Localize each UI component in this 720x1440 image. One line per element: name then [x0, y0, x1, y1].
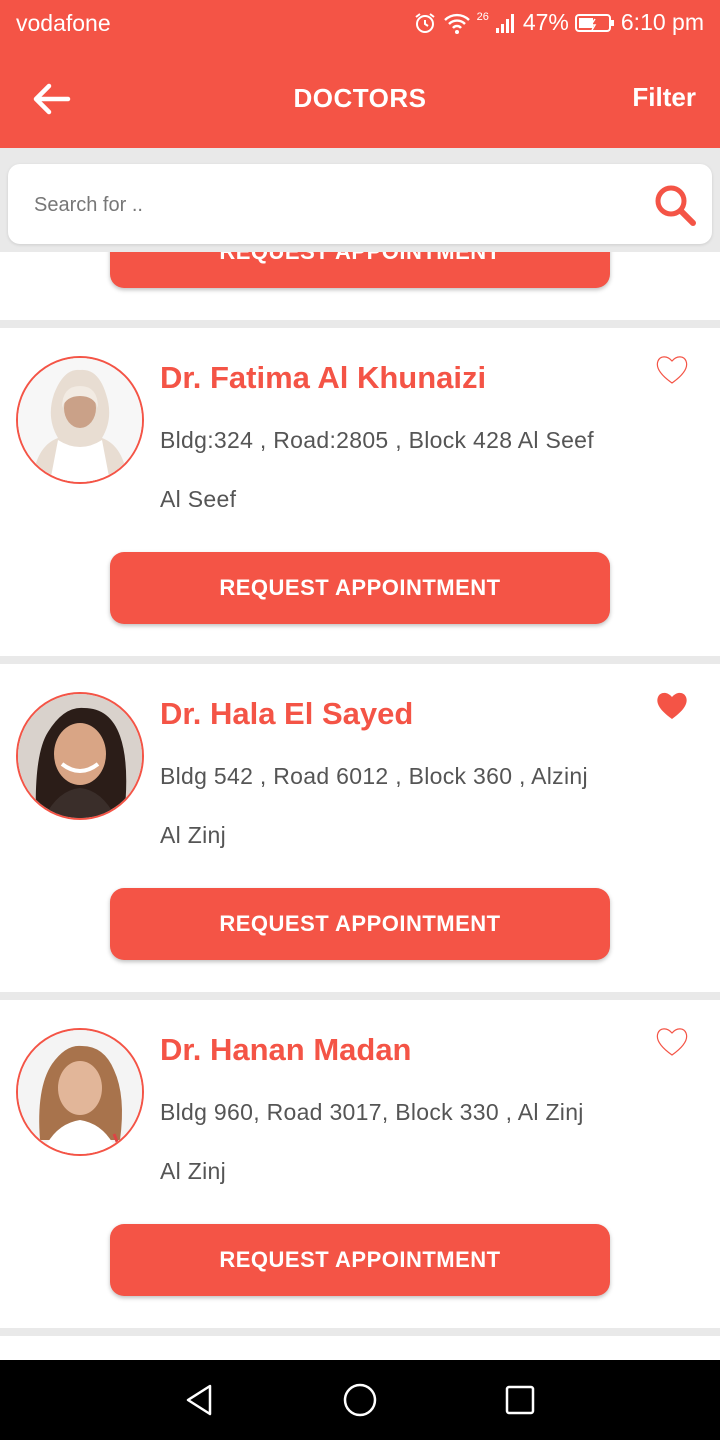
heart-icon[interactable] — [654, 1024, 690, 1060]
search-input[interactable] — [32, 186, 636, 224]
square-recents-icon[interactable] — [500, 1380, 540, 1420]
doctor-area: Al Zinj — [160, 822, 227, 848]
status-icons: 26 47% 6:10 pm — [413, 9, 704, 36]
search-zone — [0, 148, 720, 252]
system-nav-bar — [0, 1360, 720, 1440]
filter-button[interactable]: Filter — [632, 82, 696, 113]
search-box — [8, 164, 712, 244]
status-bar: vodafone 26 47% 6:10 pm — [0, 0, 720, 50]
doctor-name: Dr. Hanan Madan — [160, 1032, 412, 1067]
carrier-name: vodafone — [16, 10, 111, 36]
doctor-name: Dr. Hala El Sayed — [160, 696, 414, 731]
doctor-card[interactable]: Dr. Hala El Sayed Bldg 542 , Road 6012 ,… — [0, 664, 720, 992]
request-appointment-button[interactable]: REQUEST APPOINTMENT — [110, 552, 610, 624]
battery-icon — [574, 13, 614, 32]
doctor-address: Bldg 542 , Road 6012 , Block 360 , Alzin… — [160, 763, 588, 789]
wifi-icon — [443, 13, 470, 34]
search-icon[interactable] — [652, 182, 698, 228]
alarm-icon — [414, 12, 435, 33]
doctor-address: Bldg 960, Road 3017, Block 330 , Al Zinj — [160, 1099, 584, 1125]
page-title: DOCTORS — [293, 83, 427, 113]
doctor-card-next — [0, 1336, 720, 1360]
doctor-name: Dr. Fatima Al Khunaizi — [160, 360, 487, 395]
triangle-back-icon[interactable] — [180, 1380, 220, 1420]
network-type: 26 — [476, 11, 489, 23]
doctor-card[interactable]: Dr. Fatima Al Khunaizi Bldg:324 , Road:2… — [0, 328, 720, 656]
heart-icon[interactable] — [654, 352, 690, 388]
doctor-address: Bldg:324 , Road:2805 , Block 428 Al Seef — [160, 427, 594, 453]
circle-home-icon[interactable] — [340, 1380, 380, 1420]
request-appointment-button[interactable]: REQUEST APPOINTMENT — [110, 888, 610, 960]
request-appointment-button[interactable]: REQUEST APPOINTMENT — [110, 1224, 610, 1296]
doctor-avatar — [16, 356, 144, 484]
doctor-avatar — [16, 692, 144, 820]
doctor-avatar — [16, 1028, 144, 1156]
doctor-area: Al Seef — [160, 486, 237, 512]
app-bar: DOCTORS Filter — [0, 50, 720, 148]
doctor-card-partial: REQUEST APPOINTMENT — [0, 252, 720, 320]
heart-icon[interactable] — [654, 688, 690, 724]
battery-percent: 47% — [522, 9, 569, 35]
doctor-card[interactable]: Dr. Hanan Madan Bldg 960, Road 3017, Blo… — [0, 1000, 720, 1328]
doctor-area: Al Zinj — [160, 1158, 227, 1184]
signal-icon — [495, 13, 514, 33]
doctor-list: REQUEST APPOINTMENT Dr. Fatima Al Khunai… — [0, 252, 720, 1360]
clock: 6:10 pm — [620, 9, 704, 35]
request-appointment-button[interactable]: REQUEST APPOINTMENT — [110, 252, 610, 288]
